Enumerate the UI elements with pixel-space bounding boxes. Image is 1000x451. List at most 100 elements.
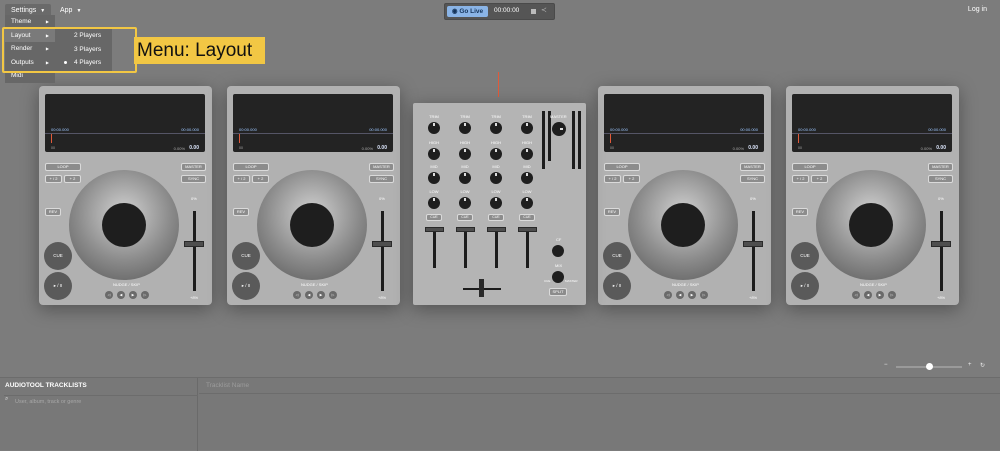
stop-icon[interactable] — [531, 9, 536, 14]
nudge-button[interactable]: ◁ — [852, 291, 860, 299]
loop-double-button[interactable]: + 2 — [811, 175, 828, 183]
loop-half-button[interactable]: + / 2 — [45, 175, 62, 183]
master-button[interactable]: MASTER — [369, 163, 394, 171]
play-pause-button[interactable]: ▸ / II — [791, 272, 819, 300]
crossfader-curve-knob[interactable] — [552, 245, 564, 257]
loop-double-button[interactable]: + 2 — [64, 175, 81, 183]
volume-fader[interactable] — [456, 227, 475, 232]
pitch-track — [940, 211, 943, 291]
share-icon[interactable]: ≺ — [541, 6, 547, 14]
reverse-button[interactable]: REV — [604, 208, 620, 216]
master-knob[interactable] — [552, 122, 566, 136]
pitch-fader[interactable] — [931, 241, 951, 247]
channel-cue-button[interactable]: CUE — [457, 214, 473, 221]
nudge-button[interactable]: ▷ — [329, 291, 337, 299]
loop-button[interactable]: LOOP — [233, 163, 269, 171]
crossfader-handle[interactable] — [479, 279, 484, 297]
sync-button[interactable]: SYNC — [369, 175, 394, 183]
reverse-button[interactable]: REV — [233, 208, 249, 216]
high-eq-knob[interactable] — [490, 148, 502, 160]
pitch-fader[interactable] — [372, 241, 392, 247]
loop-double-button[interactable]: + 2 — [252, 175, 269, 183]
loop-half-button[interactable]: + / 2 — [233, 175, 250, 183]
master-button[interactable]: MASTER — [181, 163, 206, 171]
nudge-button[interactable]: ◀ — [305, 291, 313, 299]
master-button[interactable]: MASTER — [740, 163, 765, 171]
tracklist-name-input[interactable]: Tracklist Name — [206, 382, 249, 389]
nudge-button[interactable]: ▶ — [317, 291, 325, 299]
volume-fader[interactable] — [518, 227, 537, 232]
mid-eq-knob[interactable] — [521, 172, 533, 184]
high-eq-knob[interactable] — [459, 148, 471, 160]
reverse-button[interactable]: REV — [792, 208, 808, 216]
split-button[interactable]: SPLIT — [549, 288, 567, 296]
high-eq-knob[interactable] — [521, 148, 533, 160]
cue-button[interactable]: CUE — [232, 242, 260, 270]
zoom-out-button[interactable]: − — [884, 362, 888, 372]
high-eq-knob[interactable] — [428, 148, 440, 160]
mid-eq-knob[interactable] — [459, 172, 471, 184]
play-pause-button[interactable]: ▸ / II — [44, 272, 72, 300]
trim-knob[interactable] — [521, 122, 533, 134]
play-pause-button[interactable]: ▸ / II — [232, 272, 260, 300]
nudge-button[interactable]: ◀ — [676, 291, 684, 299]
low-label: LOW — [429, 189, 439, 194]
pitch-fader[interactable] — [184, 241, 204, 247]
nudge-button[interactable]: ▷ — [700, 291, 708, 299]
nudge-button[interactable]: ▶ — [129, 291, 137, 299]
loop-half-button[interactable]: + / 2 — [604, 175, 621, 183]
cue-button[interactable]: CUE — [603, 242, 631, 270]
reverse-button[interactable]: REV — [45, 208, 61, 216]
channel-cue-button[interactable]: CUE — [488, 214, 504, 221]
app-menu-button[interactable]: App ▼ — [54, 4, 87, 17]
nudge-button[interactable]: ◁ — [664, 291, 672, 299]
sync-button[interactable]: SYNC — [181, 175, 206, 183]
loop-double-button[interactable]: + 2 — [623, 175, 640, 183]
sync-button[interactable]: SYNC — [928, 175, 953, 183]
low-eq-knob[interactable] — [428, 197, 440, 209]
loop-button[interactable]: LOOP — [604, 163, 640, 171]
mid-eq-knob[interactable] — [428, 172, 440, 184]
nudge-button[interactable]: ▷ — [888, 291, 896, 299]
channel-cue-button[interactable]: CUE — [426, 214, 442, 221]
trim-knob[interactable] — [459, 122, 471, 134]
jog-wheel[interactable] — [816, 170, 926, 280]
nudge-button[interactable]: ◀ — [864, 291, 872, 299]
nudge-button[interactable]: ▶ — [876, 291, 884, 299]
cue-button[interactable]: CUE — [791, 242, 819, 270]
trim-knob[interactable] — [428, 122, 440, 134]
sync-button[interactable]: SYNC — [740, 175, 765, 183]
nudge-button[interactable]: ◁ — [105, 291, 113, 299]
nudge-button[interactable]: ◁ — [293, 291, 301, 299]
waveform — [45, 133, 205, 134]
low-eq-knob[interactable] — [459, 197, 471, 209]
cue-button[interactable]: CUE — [44, 242, 72, 270]
zoom-in-button[interactable]: + — [968, 362, 972, 372]
loop-button[interactable]: LOOP — [792, 163, 828, 171]
play-pause-button[interactable]: ▸ / II — [603, 272, 631, 300]
mid-eq-knob[interactable] — [490, 172, 502, 184]
loop-half-button[interactable]: + / 2 — [792, 175, 809, 183]
jog-wheel[interactable] — [628, 170, 738, 280]
pitch-fader[interactable] — [743, 241, 763, 247]
jog-wheel[interactable] — [69, 170, 179, 280]
nudge-button[interactable]: ▷ — [141, 291, 149, 299]
volume-track — [433, 228, 436, 268]
login-link[interactable]: Log in — [968, 6, 987, 13]
zoom-reset-icon[interactable]: ↻ — [980, 362, 985, 372]
low-eq-knob[interactable] — [521, 197, 533, 209]
search-input[interactable]: User, album, track or genre — [4, 395, 198, 407]
zoom-slider-handle[interactable] — [926, 363, 933, 370]
jog-wheel[interactable] — [257, 170, 367, 280]
volume-fader[interactable] — [487, 227, 506, 232]
trim-knob[interactable] — [490, 122, 502, 134]
master-button[interactable]: MASTER — [928, 163, 953, 171]
nudge-button[interactable]: ◀ — [117, 291, 125, 299]
volume-fader[interactable] — [425, 227, 444, 232]
loop-button[interactable]: LOOP — [45, 163, 81, 171]
cue-mix-knob[interactable] — [552, 271, 564, 283]
nudge-button[interactable]: ▶ — [688, 291, 696, 299]
go-live-button[interactable]: ◉ Go Live — [447, 6, 488, 17]
low-eq-knob[interactable] — [490, 197, 502, 209]
channel-cue-button[interactable]: CUE — [519, 214, 535, 221]
